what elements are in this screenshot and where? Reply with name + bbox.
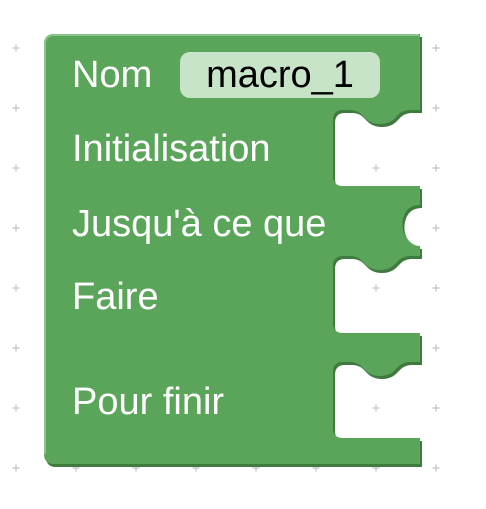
finally-label: Pour finir bbox=[72, 381, 225, 423]
do-label: Faire bbox=[72, 276, 159, 318]
until-label: Jusqu'à ce que bbox=[72, 203, 327, 245]
macro-name-field[interactable]: macro_1 bbox=[180, 52, 380, 98]
name-label: Nom bbox=[72, 54, 153, 96]
initialisation-label: Initialisation bbox=[72, 128, 271, 170]
blockly-workspace[interactable]: Nom macro_1 Initialisation Jusqu'à ce qu… bbox=[0, 0, 486, 509]
